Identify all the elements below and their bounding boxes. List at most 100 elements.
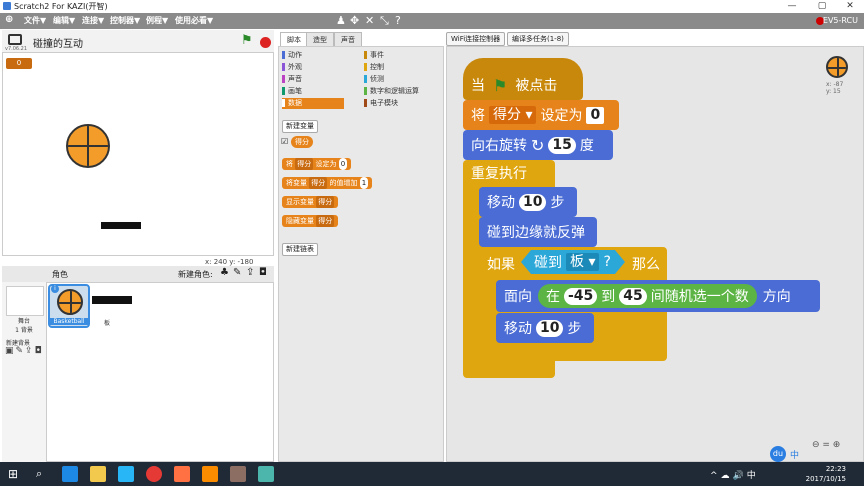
help-icon[interactable]: ? bbox=[395, 14, 401, 27]
app-icon-4[interactable] bbox=[258, 466, 274, 482]
upload-icon[interactable]: ⇪ bbox=[246, 267, 254, 278]
menu-controller[interactable]: 控制器▼ bbox=[110, 15, 140, 26]
pick-random-block[interactable]: 在 -45 到 45 间随机选一个数 bbox=[538, 284, 757, 308]
make-list-button[interactable]: 新建链表 bbox=[282, 243, 318, 256]
clock[interactable]: 22:23 2017/10/15 bbox=[806, 464, 846, 484]
random-to-input[interactable]: 45 bbox=[619, 287, 647, 305]
scratch-taskbar-icon[interactable] bbox=[230, 466, 246, 482]
category-data[interactable]: 数据 bbox=[282, 98, 344, 109]
random-from-input[interactable]: -45 bbox=[564, 287, 598, 305]
steps-input[interactable]: 10 bbox=[519, 193, 547, 211]
info-icon[interactable]: i bbox=[51, 285, 59, 293]
set-variable-block[interactable]: 将 得分 ▾ 设定为 0 bbox=[463, 100, 619, 130]
menu-examples[interactable]: 例程▼ bbox=[146, 15, 168, 26]
variable-dropdown[interactable]: 得分 ▾ bbox=[489, 106, 537, 124]
move-steps-block[interactable]: 移动 10 步 bbox=[496, 313, 594, 343]
category-list-left: 动作 外观 声音 画笔 数据 bbox=[282, 50, 362, 109]
app-icon-2[interactable] bbox=[174, 466, 190, 482]
stamp-icon[interactable]: ♟ bbox=[336, 14, 346, 27]
set-variable-block[interactable]: 将 得分 设定为 0 bbox=[282, 158, 352, 170]
forever-bottom bbox=[463, 360, 555, 378]
category-pen[interactable]: 画笔 bbox=[282, 86, 362, 98]
menu-connect[interactable]: 连接▼ bbox=[82, 15, 104, 26]
project-title[interactable]: 碰撞的互动 bbox=[33, 35, 83, 50]
tab-sounds[interactable]: 声音 bbox=[334, 32, 362, 47]
category-motion[interactable]: 动作 bbox=[282, 50, 362, 62]
tray-icons[interactable]: ^☁🔊中 bbox=[710, 468, 759, 481]
category-control[interactable]: 控制 bbox=[364, 62, 444, 74]
stage-thumbnail[interactable] bbox=[6, 286, 44, 316]
wifi-connect-button[interactable]: WiFi连接控制器 bbox=[446, 32, 506, 46]
value-input[interactable]: 0 bbox=[586, 106, 605, 124]
basketball-thumb-icon bbox=[57, 289, 83, 315]
show-variable-block[interactable]: 显示变量 得分 bbox=[282, 196, 339, 208]
category-sound[interactable]: 声音 bbox=[282, 74, 362, 86]
degrees-input[interactable]: 15 bbox=[548, 136, 576, 154]
zoom-controls-icon[interactable]: ⊖ = ⊕ bbox=[812, 440, 840, 450]
windows-start-icon[interactable]: ⊞ bbox=[8, 467, 18, 481]
app-icon bbox=[3, 2, 11, 10]
ime-logo-icon[interactable]: du bbox=[770, 446, 786, 462]
move-icon[interactable]: ✥ bbox=[350, 14, 359, 27]
then-label: 那么 bbox=[632, 257, 660, 273]
category-electronics[interactable]: 电子模块 bbox=[364, 98, 444, 110]
steps-input[interactable]: 10 bbox=[536, 319, 564, 337]
basketball-sprite[interactable] bbox=[66, 124, 110, 168]
move-steps-block[interactable]: 移动 10 步 bbox=[479, 187, 577, 217]
stop-icon[interactable] bbox=[260, 37, 271, 48]
paddle-sprite[interactable] bbox=[101, 222, 141, 229]
category-list-right: 事件 控制 侦测 数字和逻辑运算 电子模块 bbox=[364, 50, 444, 110]
rotate-right-icon: ↻ bbox=[531, 135, 545, 155]
change-variable-block[interactable]: 将变量 得分 的值增加 1 bbox=[282, 177, 373, 189]
menu-file[interactable]: 文件▼ bbox=[24, 15, 46, 26]
sprite-panel-header: 角色 新建角色: ♣ ✎ ⇪ ◘ bbox=[2, 266, 274, 283]
chrome-icon[interactable] bbox=[146, 466, 162, 482]
sprite-thumb-basketball[interactable]: i Basketball bbox=[48, 284, 90, 328]
edge-browser-icon[interactable] bbox=[62, 466, 78, 482]
menu-edit[interactable]: 编辑▼ bbox=[53, 15, 75, 26]
bounce-on-edge-block[interactable]: 碰到边缘就反弹 bbox=[479, 217, 597, 247]
cut-icon[interactable]: ✕ bbox=[365, 14, 374, 27]
variable-monitor: 0 bbox=[6, 58, 32, 69]
menu-must-read[interactable]: 使用必看▼ bbox=[175, 15, 213, 26]
category-operators[interactable]: 数字和逻辑运算 bbox=[364, 86, 444, 98]
variable-checkbox[interactable]: ☑ bbox=[281, 137, 288, 146]
globe-icon[interactable]: ⊕ bbox=[5, 14, 13, 25]
sprite-library-icon[interactable]: ♣ bbox=[220, 267, 229, 278]
paint-icon[interactable]: ✎ bbox=[233, 267, 241, 278]
category-looks[interactable]: 外观 bbox=[282, 62, 362, 74]
app-icon-1[interactable] bbox=[118, 466, 134, 482]
close-button[interactable]: ✕ bbox=[836, 0, 864, 13]
backdrop-tools-icon[interactable]: ▣✎⇪◘ bbox=[5, 346, 44, 356]
resize-icon[interactable]: ⤡ bbox=[380, 14, 389, 28]
file-explorer-icon[interactable] bbox=[90, 466, 106, 482]
sprite-coords: x: -87 y: 15 bbox=[826, 81, 844, 95]
minimize-button[interactable]: — bbox=[778, 0, 806, 13]
make-variable-button[interactable]: 新建变量 bbox=[282, 120, 318, 133]
new-sprite-label: 新建角色: bbox=[178, 270, 213, 279]
app-icon-3[interactable] bbox=[202, 466, 218, 482]
touching-block[interactable]: 碰到 板 ▾ ? bbox=[521, 250, 625, 274]
tab-scripts[interactable]: 脚本 bbox=[280, 32, 308, 47]
maximize-button[interactable]: ▢ bbox=[808, 0, 836, 13]
variable-reporter[interactable]: 得分 bbox=[291, 136, 313, 148]
green-flag-icon: ⚑ bbox=[493, 75, 508, 95]
turn-right-block[interactable]: 向右旋转 ↻ 15 度 bbox=[463, 130, 613, 160]
point-in-direction-block[interactable]: 面向 在 -45 到 45 间随机选一个数 方向 bbox=[496, 280, 820, 312]
category-sensing[interactable]: 侦测 bbox=[364, 74, 444, 86]
camera-icon[interactable]: ◘ bbox=[259, 267, 267, 278]
stage-header: v7.06.21 碰撞的互动 ⚑ bbox=[2, 30, 274, 52]
search-icon[interactable]: ⌕ bbox=[36, 467, 42, 481]
hide-variable-block[interactable]: 隐藏变量 得分 bbox=[282, 215, 339, 227]
sprite-name: 板 bbox=[104, 320, 111, 327]
fullscreen-icon[interactable] bbox=[8, 34, 22, 45]
sprite-thumb-paddle[interactable] bbox=[92, 296, 132, 304]
touching-dropdown[interactable]: 板 ▾ bbox=[566, 253, 599, 271]
ime-mode[interactable]: 中 bbox=[790, 448, 799, 461]
green-flag-icon[interactable]: ⚑ bbox=[241, 33, 253, 48]
category-events[interactable]: 事件 bbox=[364, 50, 444, 62]
if-label: 如果 bbox=[487, 257, 515, 273]
compile-multitask-button[interactable]: 编译多任务(1-8) bbox=[507, 32, 569, 46]
tab-costumes[interactable]: 造型 bbox=[306, 32, 334, 47]
when-flag-clicked-block[interactable]: 当 ⚑ 被点击 bbox=[463, 58, 583, 100]
